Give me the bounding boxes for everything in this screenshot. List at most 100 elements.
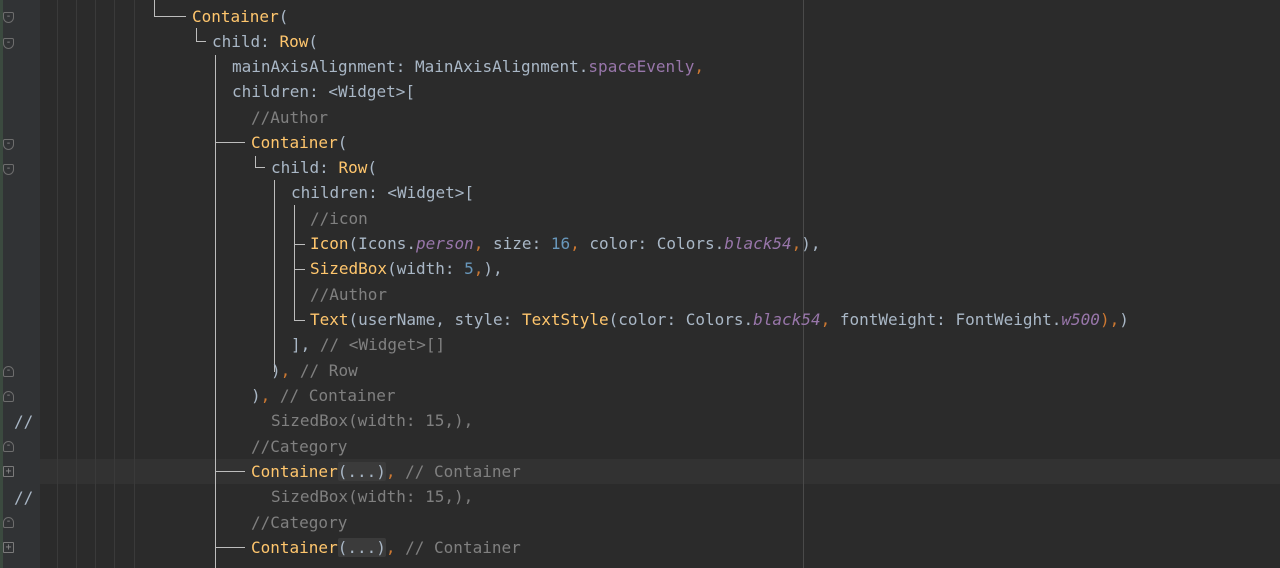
- code-token: //Author: [310, 285, 388, 304]
- code-token: //Category: [251, 437, 348, 456]
- code-line[interactable]: //Category: [251, 510, 347, 535]
- code-line[interactable]: Container(...), // Container: [251, 535, 521, 560]
- code-token: ),: [483, 259, 503, 278]
- code-line[interactable]: SizedBox(width: 15,),: [271, 484, 473, 509]
- code-line[interactable]: Text(userName, style: TextStyle(color: C…: [310, 307, 1129, 332]
- tree-line: [255, 167, 265, 168]
- right-margin-guide: [803, 0, 804, 568]
- code-line[interactable]: Container(: [192, 4, 288, 29]
- indent-guide: [76, 0, 77, 568]
- code-token: ,: [473, 259, 484, 278]
- tree-line: [215, 547, 245, 548]
- code-line[interactable]: //Author: [251, 105, 328, 130]
- tree-line: [294, 269, 305, 270]
- code-line[interactable]: //Author: [310, 282, 387, 307]
- code-token: (color: Colors.: [608, 310, 754, 329]
- fold-collapse-icon[interactable]: -: [3, 38, 14, 49]
- code-token: SizedBox(width: 15,),: [271, 411, 474, 430]
- code-line[interactable]: mainAxisAlignment: MainAxisAlignment.spa…: [232, 54, 704, 79]
- code-token: (: [337, 133, 348, 152]
- fold-expand-icon[interactable]: +: [3, 466, 14, 477]
- tree-line: [215, 55, 216, 568]
- code-line[interactable]: SizedBox(width: 15,),: [271, 408, 473, 433]
- code-token: child:: [212, 32, 280, 51]
- line-comment-marker: //: [14, 412, 34, 431]
- code-line[interactable]: ), // Container: [251, 383, 396, 408]
- code-token: //Author: [251, 108, 329, 127]
- code-token: SizedBox(width: 15,),: [271, 487, 474, 506]
- code-token: 16: [550, 234, 571, 253]
- code-token: ): [1119, 310, 1129, 329]
- code-token: person: [415, 234, 474, 253]
- code-token: ,: [385, 462, 406, 481]
- code-token: // Container: [405, 462, 521, 481]
- code-line[interactable]: children: <Widget>[: [291, 180, 474, 205]
- code-token: ,: [820, 310, 840, 329]
- code-token: (: [367, 158, 377, 177]
- code-token: (...): [337, 462, 386, 481]
- code-token: children: <Widget>[: [232, 82, 416, 101]
- code-token: //Category: [251, 513, 348, 532]
- code-token: // <Widget>[]: [319, 335, 446, 354]
- code-token: ,: [280, 361, 300, 380]
- code-line[interactable]: //icon: [310, 206, 368, 231]
- fold-end-icon[interactable]: -: [3, 391, 14, 402]
- tree-line: [196, 41, 206, 42]
- fold-collapse-icon[interactable]: -: [3, 164, 14, 175]
- code-line[interactable]: SizedBox(width: 5,),: [310, 256, 503, 281]
- code-token: (: [308, 32, 318, 51]
- code-token: Container: [192, 7, 279, 26]
- code-line[interactable]: ], // <Widget>[]: [291, 332, 445, 357]
- code-token: spaceEvenly: [588, 57, 695, 76]
- code-line[interactable]: //Category: [251, 434, 347, 459]
- code-token: (Icons.: [348, 234, 416, 253]
- fold-collapse-icon[interactable]: -: [3, 139, 14, 150]
- code-token: // Row: [299, 361, 358, 380]
- editor-gutter: - - - - - - - + - + // //: [0, 0, 40, 568]
- code-token: SizedBox: [310, 259, 388, 278]
- code-token: w500: [1061, 310, 1100, 329]
- indent-guide: [95, 0, 96, 568]
- code-token: ,: [473, 234, 494, 253]
- tree-line: [154, 0, 155, 17]
- indent-guide: [57, 0, 58, 568]
- code-token: // Container: [279, 386, 396, 405]
- code-line[interactable]: ), // Row: [271, 358, 358, 383]
- code-token: //icon: [310, 209, 368, 228]
- code-token: Row: [338, 158, 368, 177]
- code-token: ],: [291, 335, 320, 354]
- indent-guide: [134, 0, 135, 568]
- code-token: TextStyle: [521, 310, 609, 329]
- code-token: ),: [1099, 310, 1120, 329]
- fold-collapse-icon[interactable]: -: [3, 12, 14, 23]
- code-token: child:: [271, 158, 339, 177]
- line-comment-marker: //: [14, 488, 34, 507]
- code-token: ),: [801, 234, 821, 253]
- code-token: ,: [694, 57, 705, 76]
- code-token: (userName,: [348, 310, 455, 329]
- fold-end-icon[interactable]: -: [3, 366, 14, 377]
- code-token: children: <Widget>[: [291, 183, 475, 202]
- code-token: mainAxisAlignment: MainAxisAlignment.: [232, 57, 589, 76]
- code-line[interactable]: child: Row(: [212, 29, 318, 54]
- tree-line: [294, 205, 295, 321]
- code-token: (...): [337, 538, 386, 557]
- code-line[interactable]: Icon(Icons.person, size: 16, color: Colo…: [310, 231, 821, 256]
- code-line[interactable]: Container(: [251, 130, 347, 155]
- fold-end-icon[interactable]: -: [3, 441, 14, 452]
- code-token: ,: [570, 234, 590, 253]
- fold-expand-icon[interactable]: +: [3, 542, 14, 553]
- vcs-change-strip: [0, 0, 3, 568]
- tree-line: [294, 244, 305, 245]
- code-token: Container: [251, 538, 338, 557]
- tree-line: [274, 180, 275, 372]
- code-line[interactable]: Container(...), // Container: [251, 459, 521, 484]
- code-token: color: Colors.: [589, 234, 725, 253]
- fold-end-icon[interactable]: -: [3, 517, 14, 528]
- code-token: size:: [493, 234, 551, 253]
- code-token: ,: [791, 234, 802, 253]
- code-line[interactable]: children: <Widget>[: [232, 79, 415, 104]
- code-token: // Container: [405, 538, 521, 557]
- code-line[interactable]: child: Row(: [271, 155, 377, 180]
- code-token: black54: [753, 310, 821, 329]
